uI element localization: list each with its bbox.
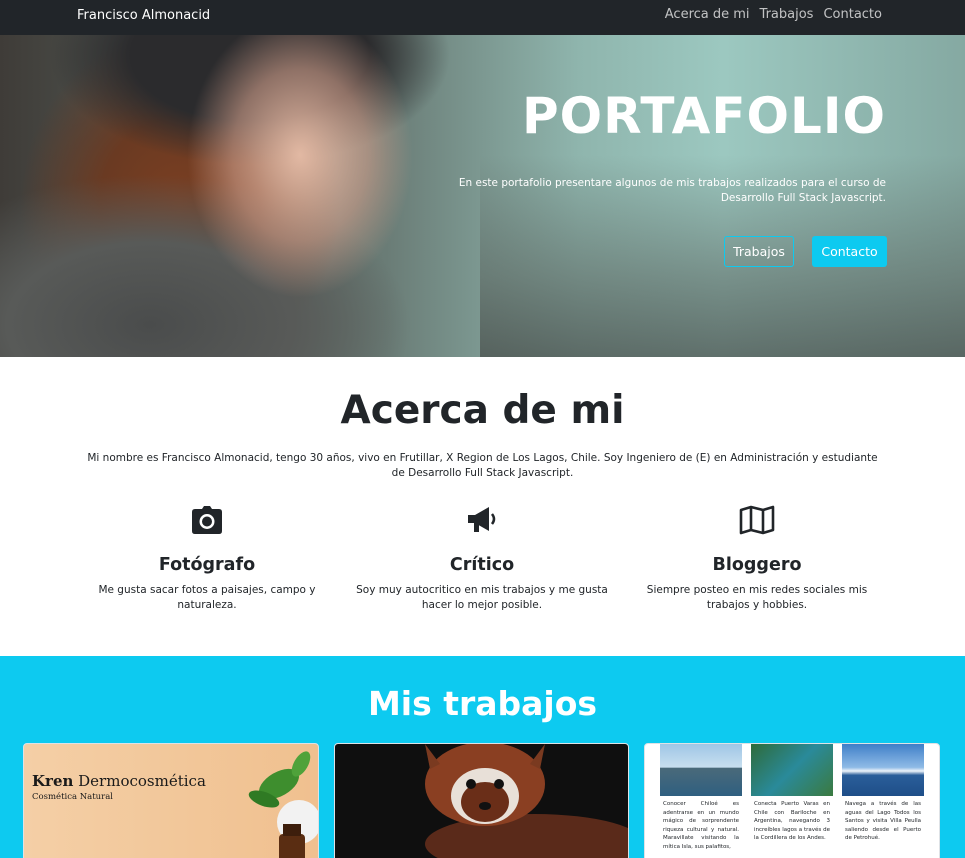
tour-image xyxy=(842,744,924,796)
tour-item[interactable]: Conecta Puerto Varas en Chile con Barilo… xyxy=(751,744,833,843)
works-section: Mis trabajos Kren Dermocosmética Cosméti… xyxy=(0,656,965,858)
kren-logo: Kren Dermocosmética xyxy=(32,772,206,790)
work-card-tours[interactable]: Conocer Chiloé es adentrarse en un mundo… xyxy=(644,743,940,858)
nav-link-contacto[interactable]: Contacto xyxy=(823,7,882,22)
feature-critico: Crítico Soy muy autocritico en mis traba… xyxy=(347,505,617,613)
feature-text: Siempre posteo en mis redes sociales mis… xyxy=(646,584,868,611)
work-card-red-panda[interactable] xyxy=(334,743,629,858)
nav-link-acerca[interactable]: Acerca de mi xyxy=(665,7,750,22)
navbar: Francisco Almonacid Acerca de mi Trabajo… xyxy=(0,0,965,35)
tour-image xyxy=(660,744,742,796)
tour-image xyxy=(751,744,833,796)
hero-title: PORTAFOLIO xyxy=(522,87,886,145)
kren-subtitle: Cosmética Natural xyxy=(32,792,113,802)
plant-image xyxy=(248,751,318,858)
feature-text: Soy muy autocritico en mis trabajos y me… xyxy=(356,584,608,611)
tour-text: Conecta Puerto Varas en Chile con Barilo… xyxy=(754,801,830,841)
feature-title: Crítico xyxy=(449,555,515,575)
work-card-kren[interactable]: Kren Dermocosmética Cosmética Natural xyxy=(23,743,319,858)
feature-bloggero: Bloggero Siempre posteo en mis redes soc… xyxy=(622,505,892,613)
map-icon xyxy=(622,505,892,537)
feature-title: Fotógrafo xyxy=(158,555,256,575)
works-title: Mis trabajos xyxy=(367,684,598,723)
tour-item[interactable]: Conocer Chiloé es adentrarse en un mundo… xyxy=(660,744,742,851)
brand-link[interactable]: Francisco Almonacid xyxy=(77,8,210,23)
megaphone-icon xyxy=(347,505,617,537)
nav-links: Acerca de mi Trabajos Contacto xyxy=(665,7,882,22)
tour-text: Navega a través de las aguas del Lago To… xyxy=(845,801,921,841)
about-description: Mi nombre es Francisco Almonacid, tengo … xyxy=(87,452,878,479)
trabajos-button[interactable]: Trabajos xyxy=(724,236,794,267)
hero-section: PORTAFOLIO En este portafolio presentare… xyxy=(0,35,965,357)
feature-title: Bloggero xyxy=(712,555,802,575)
tour-item[interactable]: Navega a través de las aguas del Lago To… xyxy=(842,744,924,843)
nav-link-trabajos[interactable]: Trabajos xyxy=(760,7,814,22)
feature-fotografo: Fotógrafo Me gusta sacar fotos a paisaje… xyxy=(72,505,342,613)
camera-icon xyxy=(72,505,342,537)
contacto-button[interactable]: Contacto xyxy=(812,236,887,267)
feature-text: Me gusta sacar fotos a paisajes, campo y… xyxy=(98,584,316,611)
red-panda-image xyxy=(425,744,628,858)
hero-description: En este portafolio presentare algunos de… xyxy=(458,177,886,204)
about-title: Acerca de mi xyxy=(340,388,625,433)
tour-text: Conocer Chiloé es adentrarse en un mundo… xyxy=(663,801,739,850)
